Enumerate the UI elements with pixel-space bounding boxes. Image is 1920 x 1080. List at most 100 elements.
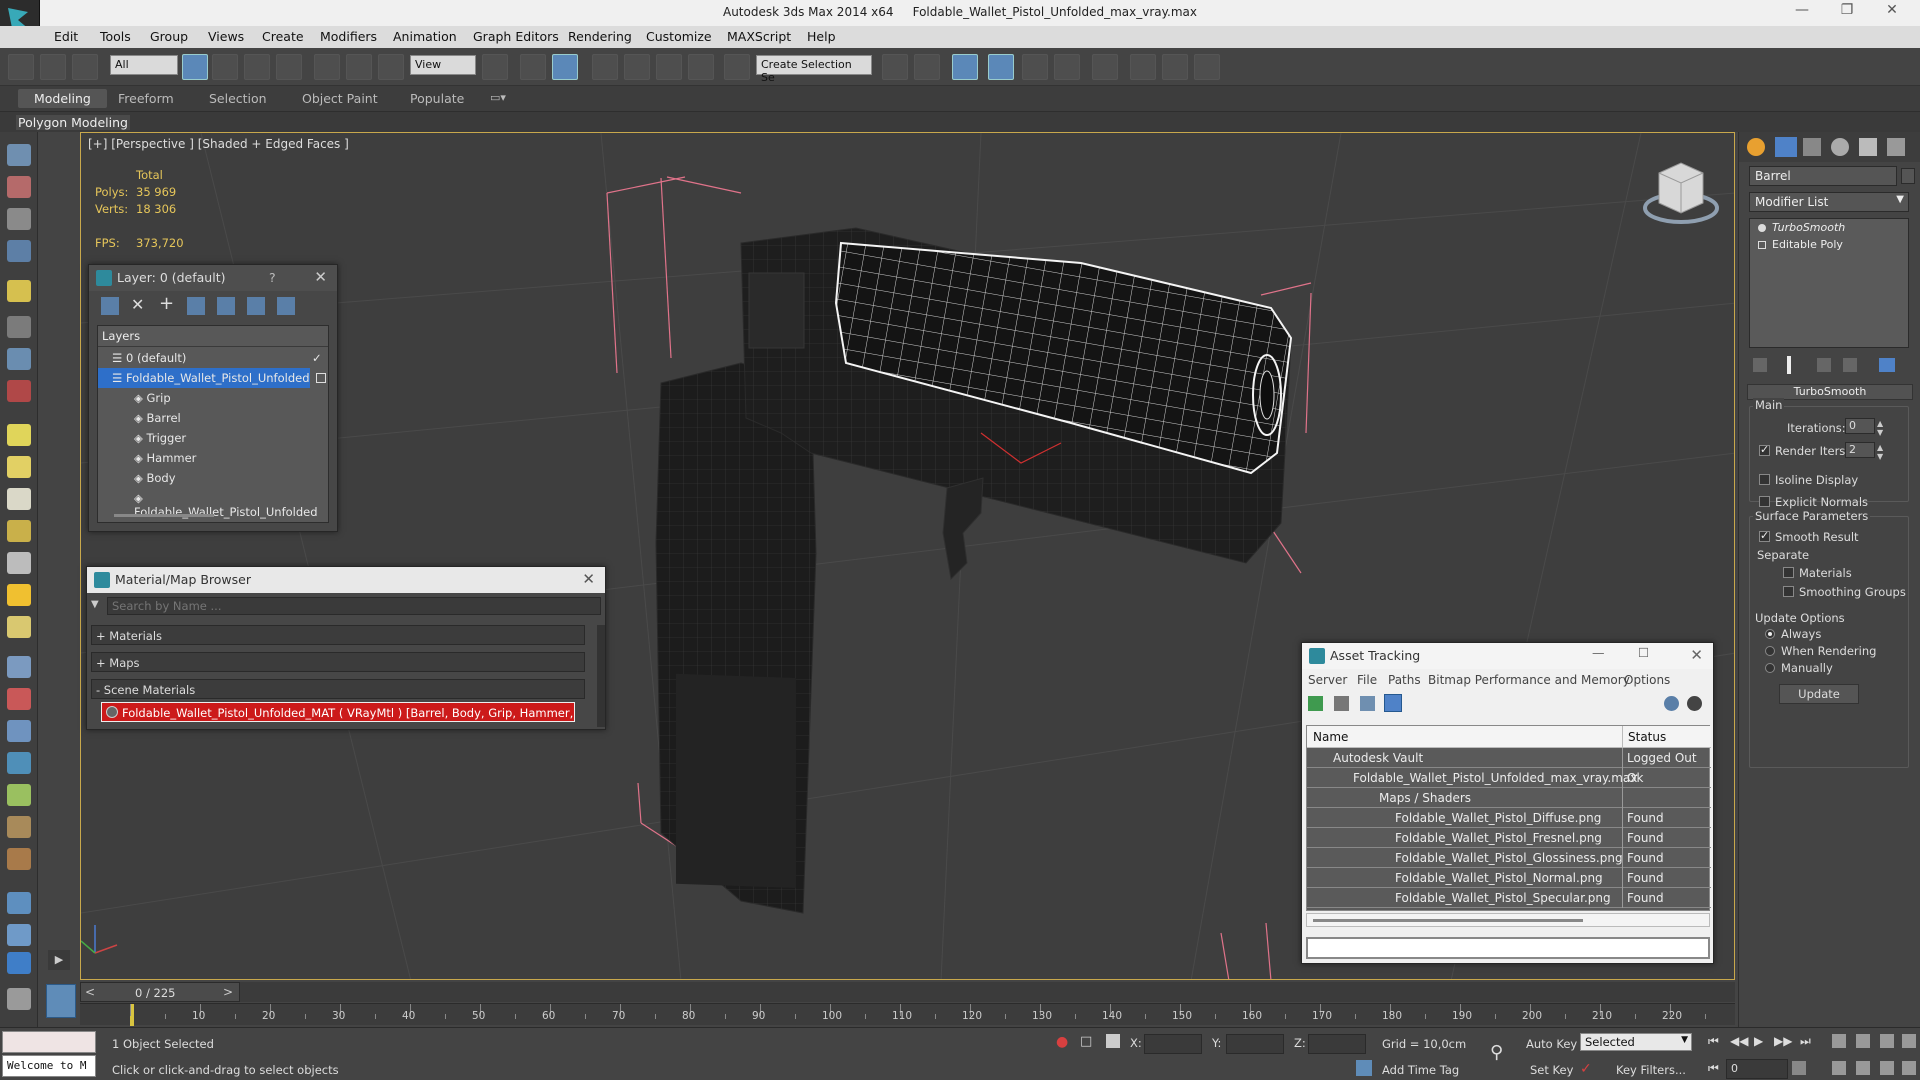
plant-icon[interactable] <box>7 784 31 806</box>
create-tab-icon[interactable] <box>1747 138 1765 156</box>
set-key-mode-icon[interactable]: ⚲ <box>1490 1042 1503 1063</box>
scene-materials-group[interactable]: - Scene Materials <box>91 679 585 699</box>
modifier-icon[interactable] <box>7 688 31 710</box>
rotate-icon[interactable] <box>346 54 372 80</box>
make-unique-icon[interactable] <box>1817 358 1831 372</box>
layer-help-icon[interactable]: ? <box>269 270 276 285</box>
close-icon[interactable]: ✕ <box>1872 2 1912 22</box>
cone-icon[interactable] <box>7 552 31 574</box>
layer-row-selected[interactable]: ☰ Foldable_Wallet_Pistol_Unfolded <box>98 368 310 388</box>
material-search-input[interactable] <box>107 597 601 615</box>
teapot-icon[interactable] <box>7 380 31 402</box>
asset-row[interactable]: Foldable_Wallet_Pistol_Glossiness.png Fou… <box>1307 848 1711 868</box>
play-icon[interactable]: ▶ <box>1754 1034 1763 1048</box>
mirror-icon[interactable] <box>882 54 908 80</box>
utilities-tab-icon[interactable] <box>1887 138 1905 156</box>
absolute-mode-icon[interactable] <box>1106 1034 1120 1048</box>
scene-explorer-icon[interactable] <box>952 54 978 80</box>
sphere-icon[interactable] <box>7 456 31 478</box>
asset-menu-bitmap[interactable]: Bitmap Performance and Memory <box>1428 673 1630 687</box>
select-manipulate-icon[interactable] <box>520 54 546 80</box>
render-iters-spinner-icon[interactable]: ▲ ▼ <box>1877 443 1883 461</box>
key-icon[interactable]: ✓ <box>1580 1061 1592 1077</box>
polygon-modeling-panel[interactable]: Polygon Modeling <box>16 115 130 130</box>
menu-animation[interactable]: Animation <box>393 29 457 44</box>
time-slider[interactable]: < 0 / 225 > <box>80 982 1735 1002</box>
asset-menu-server[interactable]: Server <box>1308 673 1347 687</box>
box-icon[interactable] <box>7 424 31 446</box>
helper-icon[interactable] <box>7 348 31 370</box>
x-coord-field[interactable] <box>1144 1034 1202 1054</box>
keyboard-shortcut-toggle-icon[interactable] <box>552 54 578 80</box>
layer-object-row[interactable]: ◈ Foldable_Wallet_Pistol_Unfolded <box>98 488 330 519</box>
whats-this-icon[interactable] <box>1687 696 1702 711</box>
snaps-toggle-icon[interactable] <box>592 54 618 80</box>
layer-object-row[interactable]: ◈ Barrel <box>98 408 330 428</box>
maps-group[interactable]: + Maps <box>91 652 585 672</box>
highlight-layer-icon[interactable] <box>217 297 235 315</box>
light-icon[interactable] <box>7 280 31 302</box>
named-selection-dropdown[interactable]: Create Selection Se <box>756 55 872 84</box>
z-coord-field[interactable] <box>1308 1034 1366 1054</box>
selection-lock-icon[interactable]: □ <box>1080 1034 1092 1049</box>
menu-edit[interactable]: Edit <box>54 29 78 44</box>
layer-object-row[interactable]: ◈ Trigger <box>98 428 330 448</box>
maxscript-listener-pink[interactable] <box>2 1031 96 1053</box>
key-mode-toggle-icon[interactable]: ⏮ <box>1708 1061 1719 1076</box>
update-when-rendering-radio[interactable] <box>1765 646 1775 656</box>
zoom-icon[interactable] <box>1832 1034 1846 1048</box>
layer-close-icon[interactable]: ✕ <box>314 268 327 286</box>
smooth-result-checkbox[interactable] <box>1759 529 1770 542</box>
iterations-spinner-icon[interactable]: ▲ ▼ <box>1877 419 1883 437</box>
hierarchy-icon[interactable] <box>7 720 31 742</box>
asset-row[interactable]: Foldable_Wallet_Pistol_Fresnel.png Found <box>1307 828 1711 848</box>
utilities-icon[interactable] <box>7 924 31 946</box>
modifier-on-icon[interactable] <box>1758 224 1766 232</box>
explicit-normals-checkbox[interactable] <box>1759 496 1770 507</box>
show-end-result-icon[interactable] <box>1787 356 1791 374</box>
render-teapot-icon[interactable] <box>1194 54 1220 80</box>
goto-end-icon[interactable]: ⏭ <box>1800 1034 1811 1049</box>
list-view-icon[interactable] <box>1334 696 1349 711</box>
ribbon-options-icon[interactable]: ▭▾ <box>490 91 506 104</box>
selection-filter-dropdown[interactable]: All <box>110 55 178 75</box>
layer-new-icon[interactable] <box>101 297 119 315</box>
material-browser-close-icon[interactable]: ✕ <box>582 570 595 588</box>
iterations-input[interactable]: 0 <box>1845 418 1875 434</box>
add-time-tag[interactable]: Add Time Tag <box>1382 1063 1459 1077</box>
geosphere-icon[interactable] <box>7 488 31 510</box>
prev-key-icon[interactable]: ◀◀ <box>1730 1034 1748 1048</box>
move-icon[interactable] <box>314 54 340 80</box>
asset-menu-options[interactable]: Options <box>1624 673 1670 687</box>
menu-group[interactable]: Group <box>150 29 188 44</box>
hierarchy-tab-icon[interactable] <box>1803 138 1821 156</box>
current-frame-field[interactable]: 0 <box>1726 1059 1788 1079</box>
time-slider-thumb[interactable]: < 0 / 225 > <box>80 982 240 1002</box>
next-frame-icon[interactable]: > <box>223 985 233 999</box>
set-key-button[interactable]: Set Key <box>1530 1063 1573 1077</box>
create-icon[interactable] <box>7 144 31 166</box>
hide-layers-icon[interactable] <box>247 297 265 315</box>
align-icon[interactable] <box>914 54 940 80</box>
curve-editor-icon[interactable] <box>1054 54 1080 80</box>
select-by-name-icon[interactable] <box>212 54 238 80</box>
unlink-icon[interactable] <box>40 54 66 80</box>
layer-object-row[interactable]: ◈ Body <box>98 468 330 488</box>
display-icon[interactable] <box>7 952 31 974</box>
asset-col-name[interactable]: Name <box>1313 730 1348 744</box>
asset-row[interactable]: Foldable_Wallet_Pistol_Diffuse.png Found <box>1307 808 1711 828</box>
stack-item-turbosmooth[interactable]: TurboSmooth <box>1752 221 1906 236</box>
window-crossing-icon[interactable] <box>276 54 302 80</box>
percent-snap-icon[interactable] <box>656 54 682 80</box>
cylinder-icon[interactable] <box>7 616 31 638</box>
scene-material-item[interactable]: Foldable_Wallet_Pistol_Unfolded_MAT ( VR… <box>101 702 575 722</box>
tools-icon[interactable] <box>7 988 31 1010</box>
sun-icon[interactable] <box>7 584 31 606</box>
motion-tab-icon[interactable] <box>1831 138 1849 156</box>
modify-tab-icon[interactable] <box>1775 137 1797 157</box>
object-color-swatch[interactable] <box>1901 168 1915 184</box>
maximize-viewport-icon[interactable] <box>1902 1061 1916 1075</box>
y-coord-field[interactable] <box>1226 1034 1284 1054</box>
character-icon[interactable] <box>7 848 31 870</box>
separate-smoothing-checkbox[interactable] <box>1783 586 1794 597</box>
